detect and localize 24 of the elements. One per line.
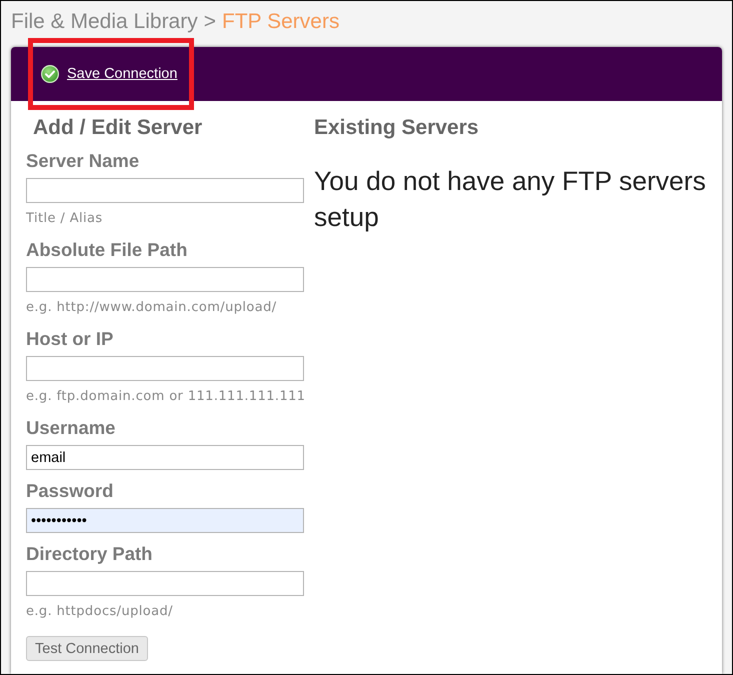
check-circle-icon bbox=[41, 65, 59, 83]
input-field[interactable] bbox=[26, 571, 304, 596]
breadcrumb-separator: > bbox=[204, 10, 216, 34]
field-label: Absolute File Path bbox=[26, 239, 188, 261]
field-hint: Title / Alias bbox=[26, 210, 103, 228]
field-label: Password bbox=[26, 480, 114, 502]
save-connection-link[interactable]: Save Connection bbox=[67, 66, 178, 82]
test-connection-button[interactable]: Test Connection bbox=[26, 636, 148, 661]
field-hint: e.g. httpdocs/upload/ bbox=[26, 603, 173, 621]
input-field[interactable] bbox=[26, 267, 304, 292]
field-hint: e.g. http://www.domain.com/upload/ bbox=[26, 299, 277, 317]
section-heading: Add / Edit Server bbox=[33, 116, 204, 140]
field-label: Host or IP bbox=[26, 328, 114, 350]
empty-message: You do not have any FTP servers setup bbox=[314, 165, 707, 234]
input-field[interactable]: ••••••••••• bbox=[26, 508, 304, 533]
input-field[interactable]: email bbox=[26, 445, 304, 470]
field-label: Username bbox=[26, 417, 116, 439]
field-label: Directory Path bbox=[26, 543, 152, 565]
section-heading: Existing Servers bbox=[314, 116, 480, 140]
input-field[interactable] bbox=[26, 178, 304, 203]
breadcrumb-current: FTP Servers bbox=[222, 10, 340, 34]
input-field[interactable] bbox=[26, 356, 304, 381]
field-label: Server Name bbox=[26, 150, 140, 172]
field-hint: e.g. ftp.domain.com or 111.111.111.111 bbox=[26, 388, 306, 406]
